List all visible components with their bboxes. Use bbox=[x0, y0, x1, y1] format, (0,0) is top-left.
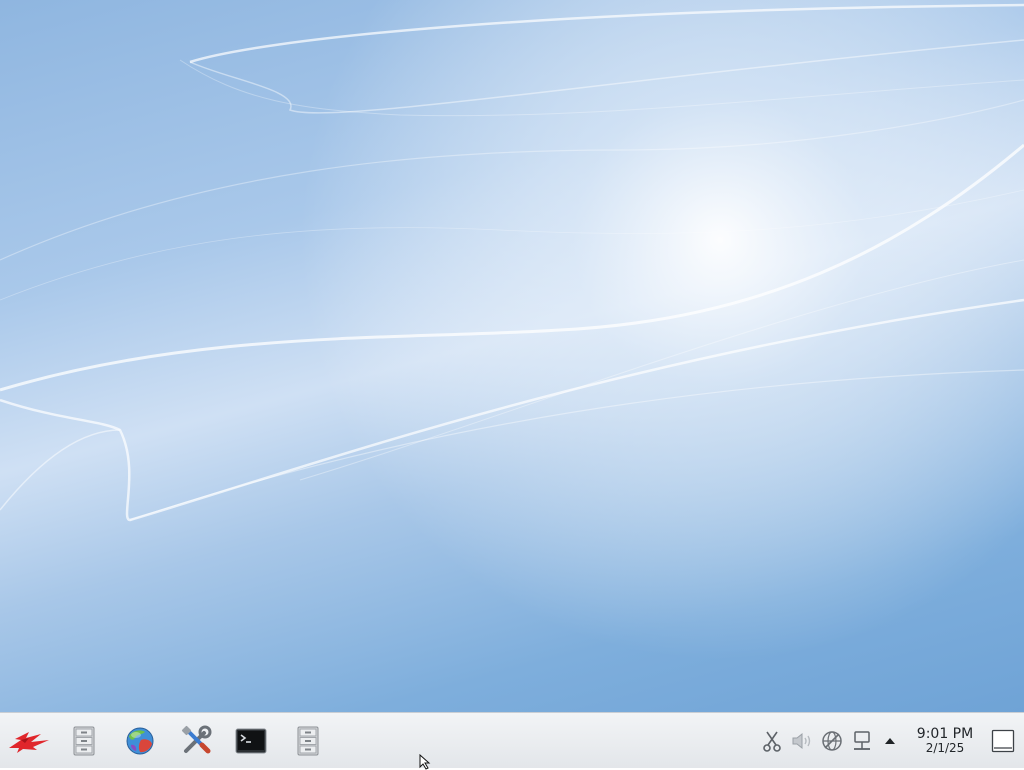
arrow-up-icon bbox=[885, 738, 895, 744]
application-menu-button[interactable] bbox=[6, 723, 52, 759]
file-manager-2-button[interactable] bbox=[290, 723, 326, 759]
file-manager-button[interactable] bbox=[66, 723, 102, 759]
globe-icon bbox=[126, 727, 154, 755]
wallpaper-waves bbox=[0, 0, 1024, 712]
tools-icon bbox=[181, 725, 212, 754]
network-tray-button[interactable] bbox=[850, 729, 874, 753]
show-desktop-icon bbox=[991, 729, 1015, 753]
network-status-tray-button[interactable] bbox=[820, 729, 844, 753]
file-cabinet-icon bbox=[73, 726, 95, 756]
web-browser-button[interactable] bbox=[122, 723, 158, 759]
file-cabinet-icon bbox=[297, 726, 319, 756]
clock-time: 9:01 PM bbox=[916, 726, 974, 742]
desktop-wallpaper bbox=[0, 0, 1024, 712]
show-desktop-button[interactable] bbox=[990, 727, 1016, 755]
computer-network-icon bbox=[854, 731, 870, 750]
clock-date: 2/1/25 bbox=[925, 741, 965, 755]
red-bird-logo-icon bbox=[9, 732, 49, 753]
clipboard-tray-button[interactable] bbox=[760, 729, 784, 753]
show-hidden-icons-button[interactable] bbox=[878, 729, 902, 753]
terminal-icon bbox=[235, 728, 267, 754]
taskbar: 9:01 PM 2/1/25 bbox=[0, 712, 1024, 768]
terminal-button[interactable] bbox=[233, 723, 269, 759]
system-settings-button[interactable] bbox=[178, 723, 214, 759]
speaker-icon bbox=[792, 732, 811, 750]
scissors-icon bbox=[763, 731, 781, 752]
clock[interactable]: 9:01 PM 2/1/25 bbox=[906, 727, 984, 755]
globe-disconnected-icon bbox=[822, 731, 842, 751]
volume-tray-button[interactable] bbox=[790, 729, 814, 753]
